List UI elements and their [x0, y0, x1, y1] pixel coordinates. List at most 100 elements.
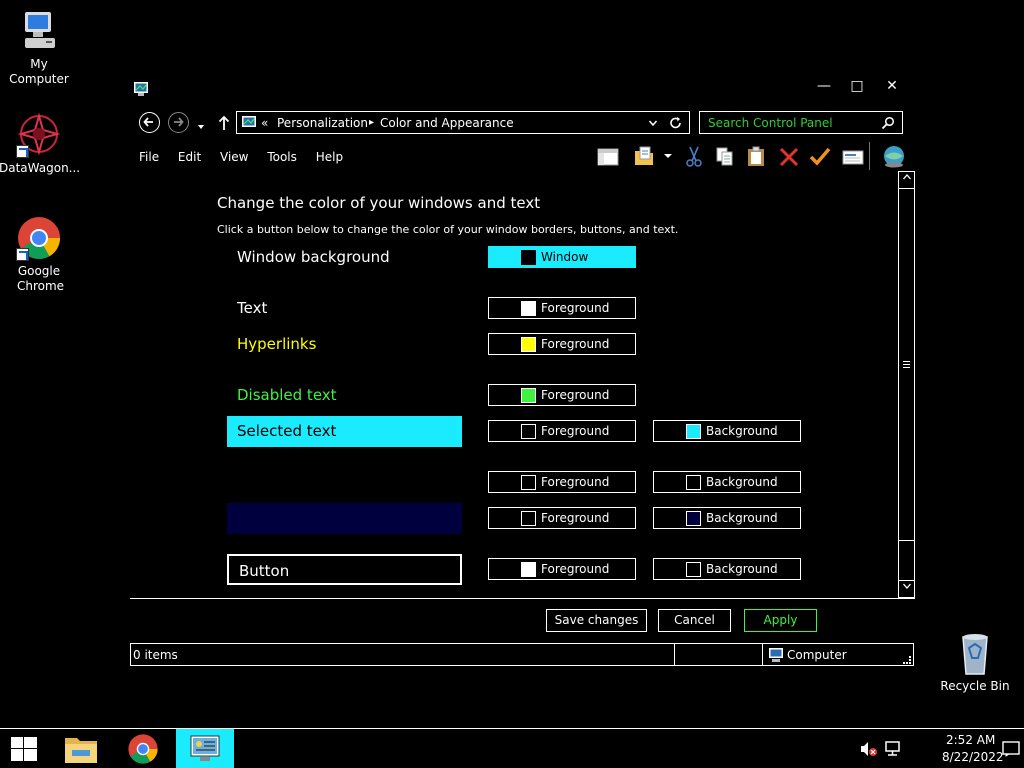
- breadcrumb-personalization[interactable]: Personalization: [277, 116, 368, 130]
- globe-icon[interactable]: [881, 144, 907, 168]
- scroll-up-button[interactable]: [899, 172, 914, 189]
- taskbar-control-panel[interactable]: [176, 729, 234, 768]
- color-swatch-button[interactable]: Background: [653, 507, 801, 529]
- color-row-label[interactable]: Disabled text: [237, 386, 337, 404]
- menu-file[interactable]: File: [139, 150, 159, 164]
- color-row-label[interactable]: Button: [227, 554, 462, 585]
- desktop-icon-google-chrome[interactable]: Google Chrome: [0, 215, 79, 294]
- maximize-button[interactable]: □: [839, 76, 875, 96]
- start-button[interactable]: [0, 729, 48, 768]
- save-changes-button[interactable]: Save changes: [546, 609, 647, 632]
- desktop-icon-recycle-bin[interactable]: Recycle Bin: [935, 630, 1015, 694]
- copy-icon[interactable]: [714, 144, 736, 168]
- color-swatch-label: Foreground: [541, 337, 610, 351]
- menu-view[interactable]: View: [220, 150, 248, 164]
- windows-logo-icon: [11, 737, 37, 761]
- color-swatch-button[interactable]: Foreground: [488, 507, 636, 529]
- shortcut-arrow-icon: [16, 248, 29, 261]
- chrome-icon: [128, 734, 158, 764]
- refresh-icon[interactable]: [669, 116, 683, 130]
- status-separator: [674, 644, 675, 665]
- up-button[interactable]: [217, 114, 231, 132]
- computer-icon: [769, 648, 783, 662]
- content-area: Change the color of your windows and tex…: [130, 171, 898, 598]
- datawagon-icon: [16, 112, 62, 158]
- color-swatch-button[interactable]: Foreground: [488, 471, 636, 493]
- clock-time[interactable]: 2:52 AM: [946, 733, 995, 747]
- menu-help[interactable]: Help: [316, 150, 343, 164]
- breadcrumb-separator[interactable]: ▸: [369, 117, 374, 128]
- taskbar-file-explorer[interactable]: [52, 729, 110, 768]
- properties-icon[interactable]: [842, 144, 864, 168]
- color-row-label[interactable]: Hyperlinks: [237, 335, 316, 353]
- color-swatch-label: Background: [706, 511, 778, 525]
- search-icon[interactable]: [881, 116, 895, 130]
- cut-icon[interactable]: [683, 144, 705, 168]
- breadcrumb-overflow[interactable]: «: [261, 116, 268, 130]
- control-panel-window: — □ ✕ « Personalization ▸ Color and Appe…: [128, 74, 916, 670]
- color-row-label[interactable]: [227, 503, 462, 534]
- chevron-up-icon: [902, 174, 911, 180]
- page-heading: Change the color of your windows and tex…: [217, 194, 541, 212]
- forward-button[interactable]: [168, 112, 189, 133]
- scroll-down-button[interactable]: [899, 580, 914, 597]
- status-item-count: 0 items: [133, 648, 178, 662]
- toolbar-separator: [869, 142, 870, 170]
- vertical-scrollbar[interactable]: [898, 171, 915, 598]
- color-swatch: [686, 511, 701, 526]
- content-divider: [130, 598, 915, 599]
- color-row-label[interactable]: Text: [237, 299, 267, 317]
- network-icon[interactable]: [884, 740, 902, 758]
- recent-locations-dropdown[interactable]: [196, 117, 206, 129]
- volume-muted-icon[interactable]: [860, 741, 878, 757]
- color-swatch-button[interactable]: Background: [653, 558, 801, 580]
- menu-tools[interactable]: Tools: [267, 150, 297, 164]
- menu-edit[interactable]: Edit: [178, 150, 201, 164]
- color-row-label[interactable]: Window background: [227, 242, 462, 273]
- color-swatch: [686, 562, 701, 577]
- color-swatch-label: Window: [541, 250, 589, 264]
- paste-icon[interactable]: [745, 144, 767, 168]
- status-bar: 0 items Computer: [130, 643, 914, 666]
- cancel-button[interactable]: Cancel: [658, 609, 731, 632]
- color-swatch-label: Foreground: [541, 511, 610, 525]
- file-explorer-icon: [65, 738, 97, 763]
- address-bar[interactable]: « Personalization ▸ Color and Appearance: [236, 111, 690, 134]
- desktop-icon-my-computer[interactable]: My Computer: [0, 8, 79, 87]
- desktop-icon-label: My Computer: [9, 57, 69, 86]
- chevron-down-icon[interactable]: [648, 118, 658, 128]
- color-swatch: [521, 511, 536, 526]
- close-button[interactable]: ✕: [874, 76, 910, 96]
- desktop-icon-datawagon[interactable]: DataWagon...: [0, 112, 80, 176]
- color-swatch-label: Foreground: [541, 301, 610, 315]
- status-separator: [762, 644, 763, 665]
- checkmark-icon[interactable]: [809, 144, 831, 168]
- scroll-thumb[interactable]: [899, 189, 914, 541]
- taskbar-chrome[interactable]: [114, 729, 172, 768]
- delete-icon[interactable]: [778, 144, 800, 168]
- color-swatch-button[interactable]: Foreground: [488, 297, 636, 319]
- layout-pane-icon[interactable]: [597, 144, 619, 168]
- back-button[interactable]: [139, 112, 160, 133]
- color-swatch-button[interactable]: Background: [653, 420, 801, 442]
- notifications-icon[interactable]: [1002, 741, 1020, 757]
- minimize-button[interactable]: —: [806, 76, 842, 96]
- color-swatch-button[interactable]: Foreground: [488, 384, 636, 406]
- color-swatch-button[interactable]: Window: [488, 246, 636, 268]
- apply-button[interactable]: Apply: [744, 609, 817, 632]
- color-swatch: [521, 562, 536, 577]
- color-swatch-label: Foreground: [541, 424, 610, 438]
- chevron-down-icon[interactable]: [662, 144, 674, 168]
- folder-options-icon[interactable]: [633, 144, 655, 168]
- breadcrumb-color-and-appearance[interactable]: Color and Appearance: [380, 116, 514, 130]
- color-swatch-label: Background: [706, 562, 778, 576]
- color-swatch-button[interactable]: Foreground: [488, 333, 636, 355]
- color-swatch-button[interactable]: Background: [653, 471, 801, 493]
- color-swatch-label: Foreground: [541, 562, 610, 576]
- resize-grip-icon[interactable]: [903, 656, 911, 664]
- search-input[interactable]: Search Control Panel: [699, 111, 903, 134]
- clock-date[interactable]: 8/22/2022: [942, 750, 1004, 764]
- color-swatch-button[interactable]: Foreground: [488, 420, 636, 442]
- color-row-label[interactable]: Selected text: [227, 416, 462, 447]
- color-swatch-button[interactable]: Foreground: [488, 558, 636, 580]
